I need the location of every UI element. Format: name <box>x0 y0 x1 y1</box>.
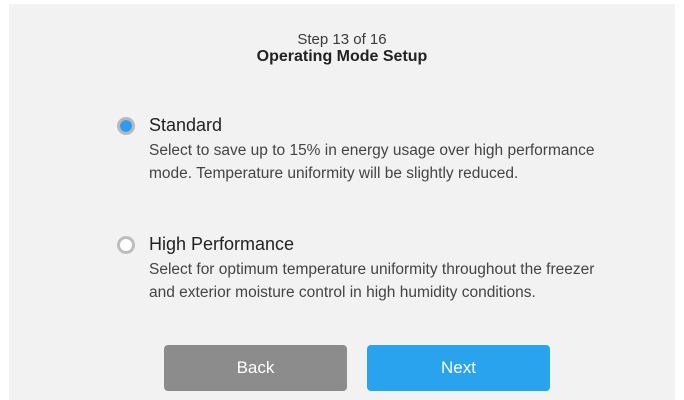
radio-selected-dot-icon <box>120 120 132 132</box>
option-high-performance-description: Select for optimum temperature uniformit… <box>149 261 595 301</box>
next-button[interactable]: Next <box>367 345 550 391</box>
setup-screen: Step 13 of 16 Operating Mode Setup Stand… <box>9 4 675 400</box>
page-header: Step 13 of 16 Operating Mode Setup <box>9 31 675 66</box>
option-high-performance-label[interactable]: High Performance <box>149 233 294 255</box>
step-indicator: Step 13 of 16 <box>297 31 387 48</box>
option-standard-description: Select to save up to 15% in energy usage… <box>149 142 595 182</box>
back-button[interactable]: Back <box>164 345 347 391</box>
option-standard-label[interactable]: Standard <box>149 114 222 136</box>
radio-standard[interactable] <box>117 117 135 135</box>
radio-high-performance[interactable] <box>117 236 135 254</box>
page-title: Operating Mode Setup <box>256 48 428 65</box>
